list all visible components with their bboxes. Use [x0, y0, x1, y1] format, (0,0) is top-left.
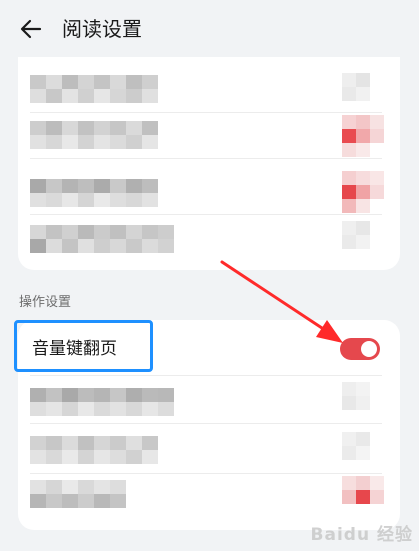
settings-row-obscured[interactable]: [18, 217, 400, 263]
pixelated-text: [30, 402, 174, 416]
pixelated-text: [30, 75, 158, 89]
pixelated-text: [30, 494, 126, 508]
pixelated-text: [30, 480, 126, 494]
pixelated-text: [30, 135, 158, 149]
settings-row-obscured[interactable]: [18, 113, 400, 159]
pixelated-text: [30, 450, 158, 464]
pixelated-control[interactable]: [342, 432, 386, 476]
divider: [30, 423, 382, 424]
pixelated-text: [30, 436, 158, 450]
pixelated-text: [30, 225, 174, 239]
pixelated-text: [30, 193, 158, 207]
divider: [30, 214, 382, 215]
divider: [30, 375, 382, 376]
pixelated-text: [30, 239, 174, 253]
settings-row-obscured[interactable]: [18, 378, 400, 424]
section-label-operation: 操作设置: [19, 295, 72, 310]
pixelated-toggle[interactable]: [342, 171, 386, 215]
settings-row-obscured[interactable]: [18, 67, 400, 113]
pixelated-text: [30, 388, 174, 402]
pixelated-control[interactable]: [342, 221, 386, 265]
divider: [30, 473, 382, 474]
divider: [30, 158, 382, 159]
settings-row-obscured[interactable]: [18, 476, 400, 522]
pixelated-control[interactable]: [342, 73, 386, 117]
pixelated-control[interactable]: [342, 382, 386, 426]
annotation-highlight-box: [14, 320, 153, 372]
watermark: Baidu 经验: [310, 525, 413, 545]
back-arrow-icon[interactable]: [18, 16, 44, 42]
pixelated-text: [30, 179, 158, 193]
page-title: 阅读设置: [62, 17, 142, 41]
reading-settings-card: [18, 57, 400, 270]
pixelated-toggle[interactable]: [342, 476, 386, 520]
settings-row-obscured[interactable]: [18, 428, 400, 474]
pixelated-toggle[interactable]: [342, 115, 386, 159]
app-header: 阅读设置: [0, 0, 419, 60]
pixelated-text: [30, 89, 158, 103]
pixelated-text: [30, 121, 158, 135]
settings-row-obscured[interactable]: [18, 169, 400, 215]
